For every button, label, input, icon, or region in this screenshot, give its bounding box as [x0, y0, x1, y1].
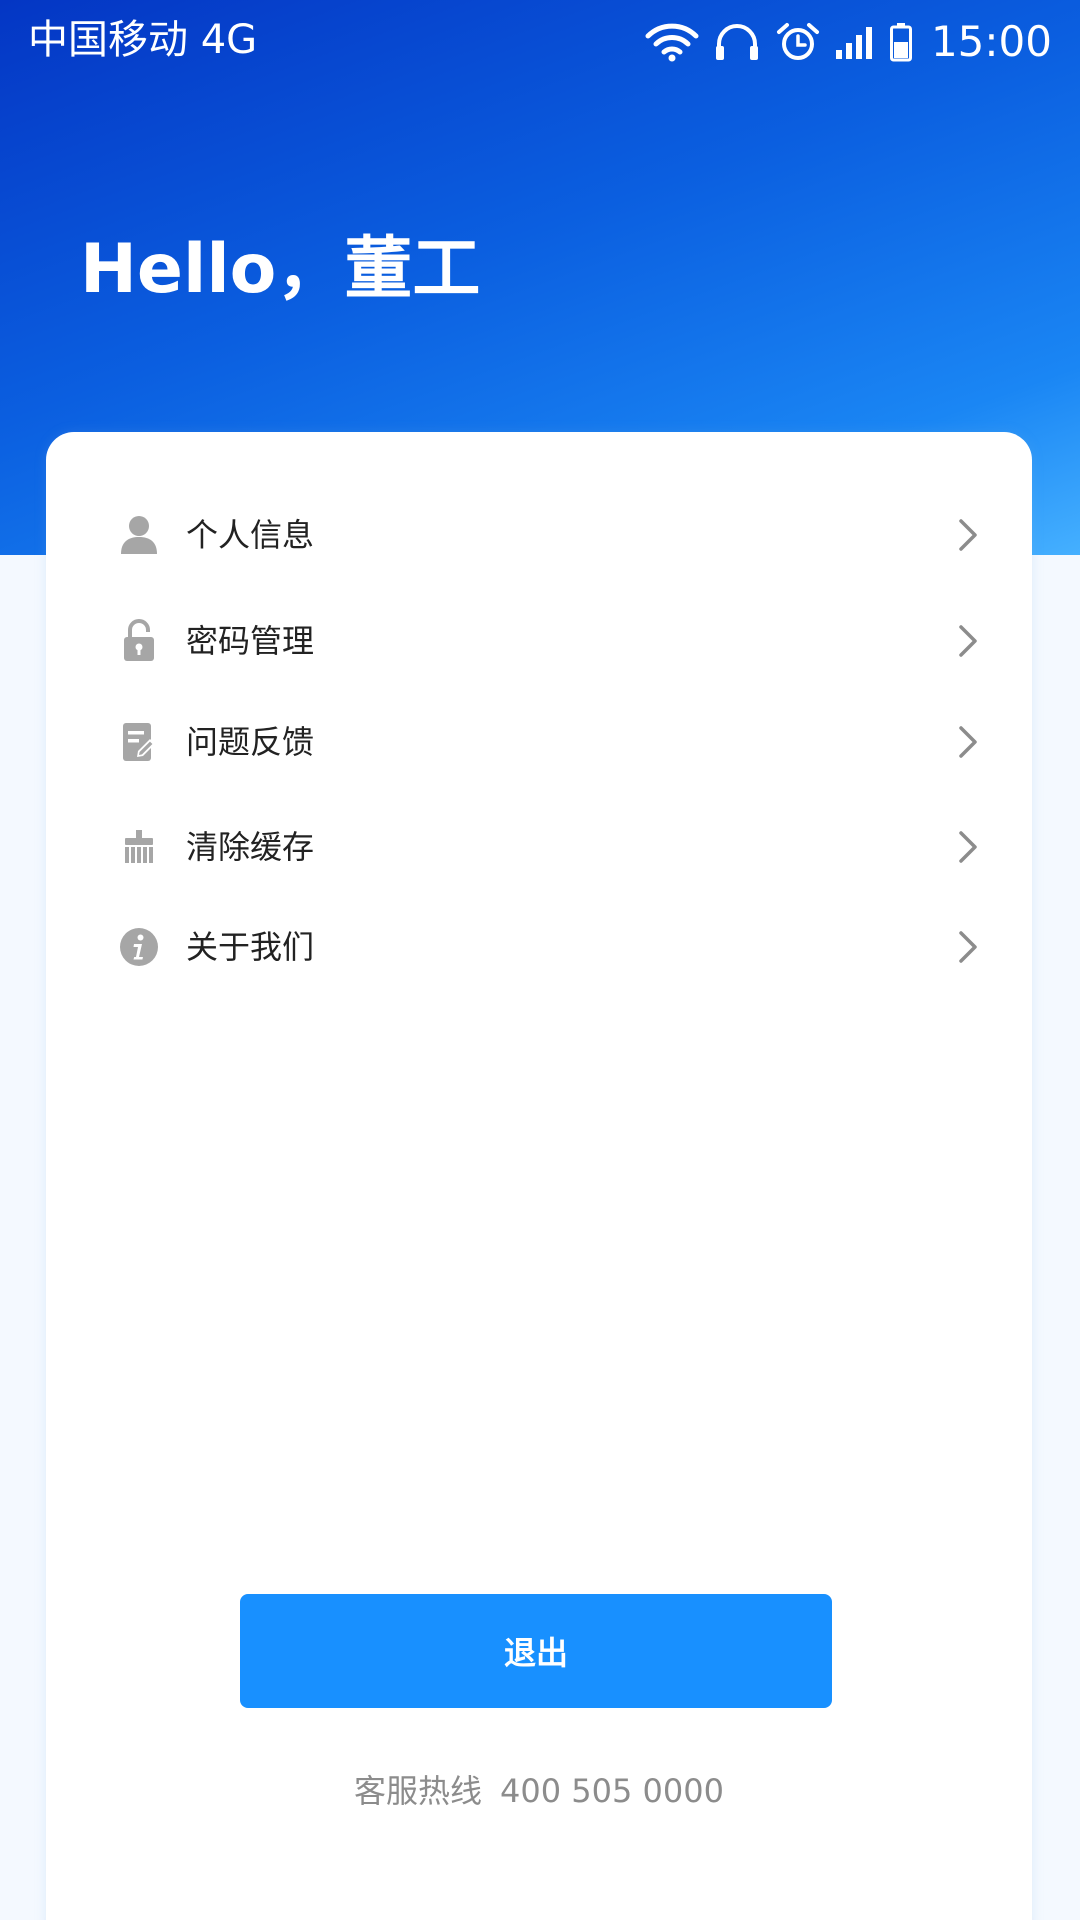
- profile-screen: 中国移动 4G 15:00 Hello，董工 个人信息 密码管理 问题反馈 清除…: [0, 0, 1080, 1920]
- menu-item-label: 问题反馈: [186, 723, 315, 761]
- wifi-icon: [645, 22, 699, 62]
- battery-icon: [889, 22, 913, 62]
- menu-item-label: 个人信息: [186, 516, 315, 554]
- menu-item-label: 清除缓存: [186, 828, 315, 866]
- alarm-icon: [775, 22, 821, 62]
- person-icon: [114, 510, 164, 560]
- chevron-right-icon: [959, 625, 977, 657]
- chevron-right-icon: [959, 931, 977, 963]
- profile-card: 个人信息 密码管理 问题反馈 清除缓存 关于我们 退出 客服热线 400 505…: [46, 432, 1032, 1920]
- signal-icon: [835, 24, 875, 60]
- menu-item-label: 关于我们: [186, 928, 315, 966]
- info-icon: [114, 922, 164, 972]
- greeting-title: Hello，董工: [80, 230, 481, 309]
- menu-item-personal-info[interactable]: 个人信息: [46, 490, 1032, 580]
- feedback-icon: [114, 717, 164, 767]
- customer-hotline: 客服热线 400 505 0000: [46, 1768, 1032, 1814]
- chevron-right-icon: [959, 519, 977, 551]
- chevron-right-icon: [959, 726, 977, 758]
- status-clock: 15:00: [930, 17, 1052, 66]
- lock-icon: [114, 616, 164, 666]
- menu-item-about[interactable]: 关于我们: [46, 902, 1032, 992]
- menu-item-feedback[interactable]: 问题反馈: [46, 697, 1032, 787]
- chevron-right-icon: [959, 831, 977, 863]
- status-bar: 中国移动 4G 15:00: [0, 0, 1080, 80]
- menu-item-clear-cache[interactable]: 清除缓存: [46, 802, 1032, 892]
- brush-icon: [114, 822, 164, 872]
- logout-button[interactable]: 退出: [240, 1594, 832, 1708]
- hotline-number[interactable]: 400 505 0000: [500, 1772, 724, 1810]
- status-icons: 15:00: [645, 14, 1052, 70]
- menu-item-password[interactable]: 密码管理: [46, 596, 1032, 686]
- menu-item-label: 密码管理: [186, 622, 315, 660]
- headphones-icon: [713, 22, 761, 62]
- carrier-label: 中国移动 4G: [28, 17, 258, 63]
- hotline-label: 客服热线: [354, 1772, 483, 1810]
